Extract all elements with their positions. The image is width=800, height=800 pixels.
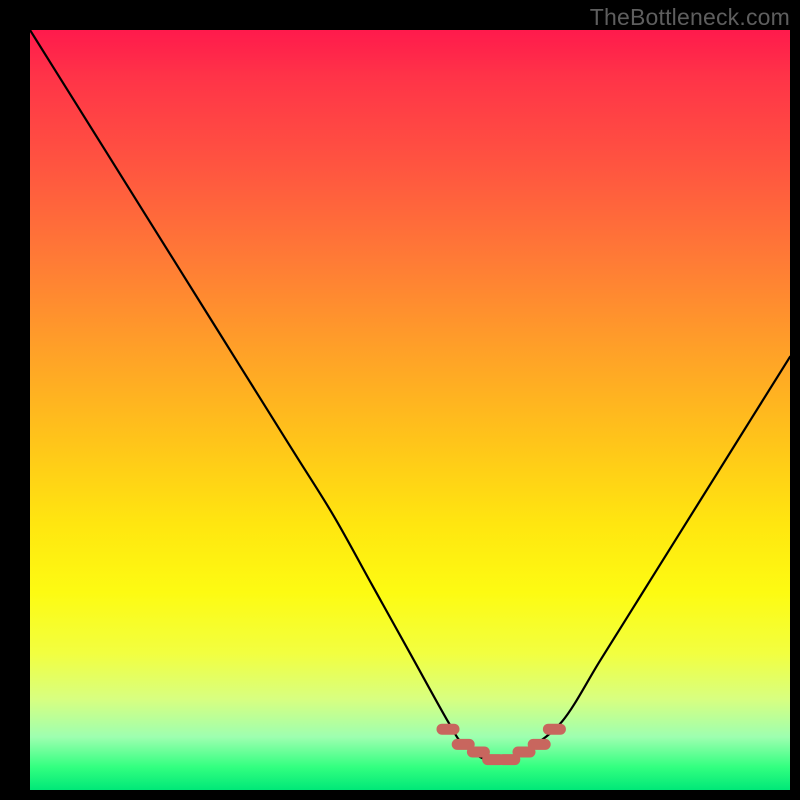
optimal-range-markers [442,729,560,759]
plot-area [30,30,790,790]
attribution-text: TheBottleneck.com [590,4,790,31]
bottleneck-chart [30,30,790,790]
bottleneck-curve-path [30,30,790,761]
